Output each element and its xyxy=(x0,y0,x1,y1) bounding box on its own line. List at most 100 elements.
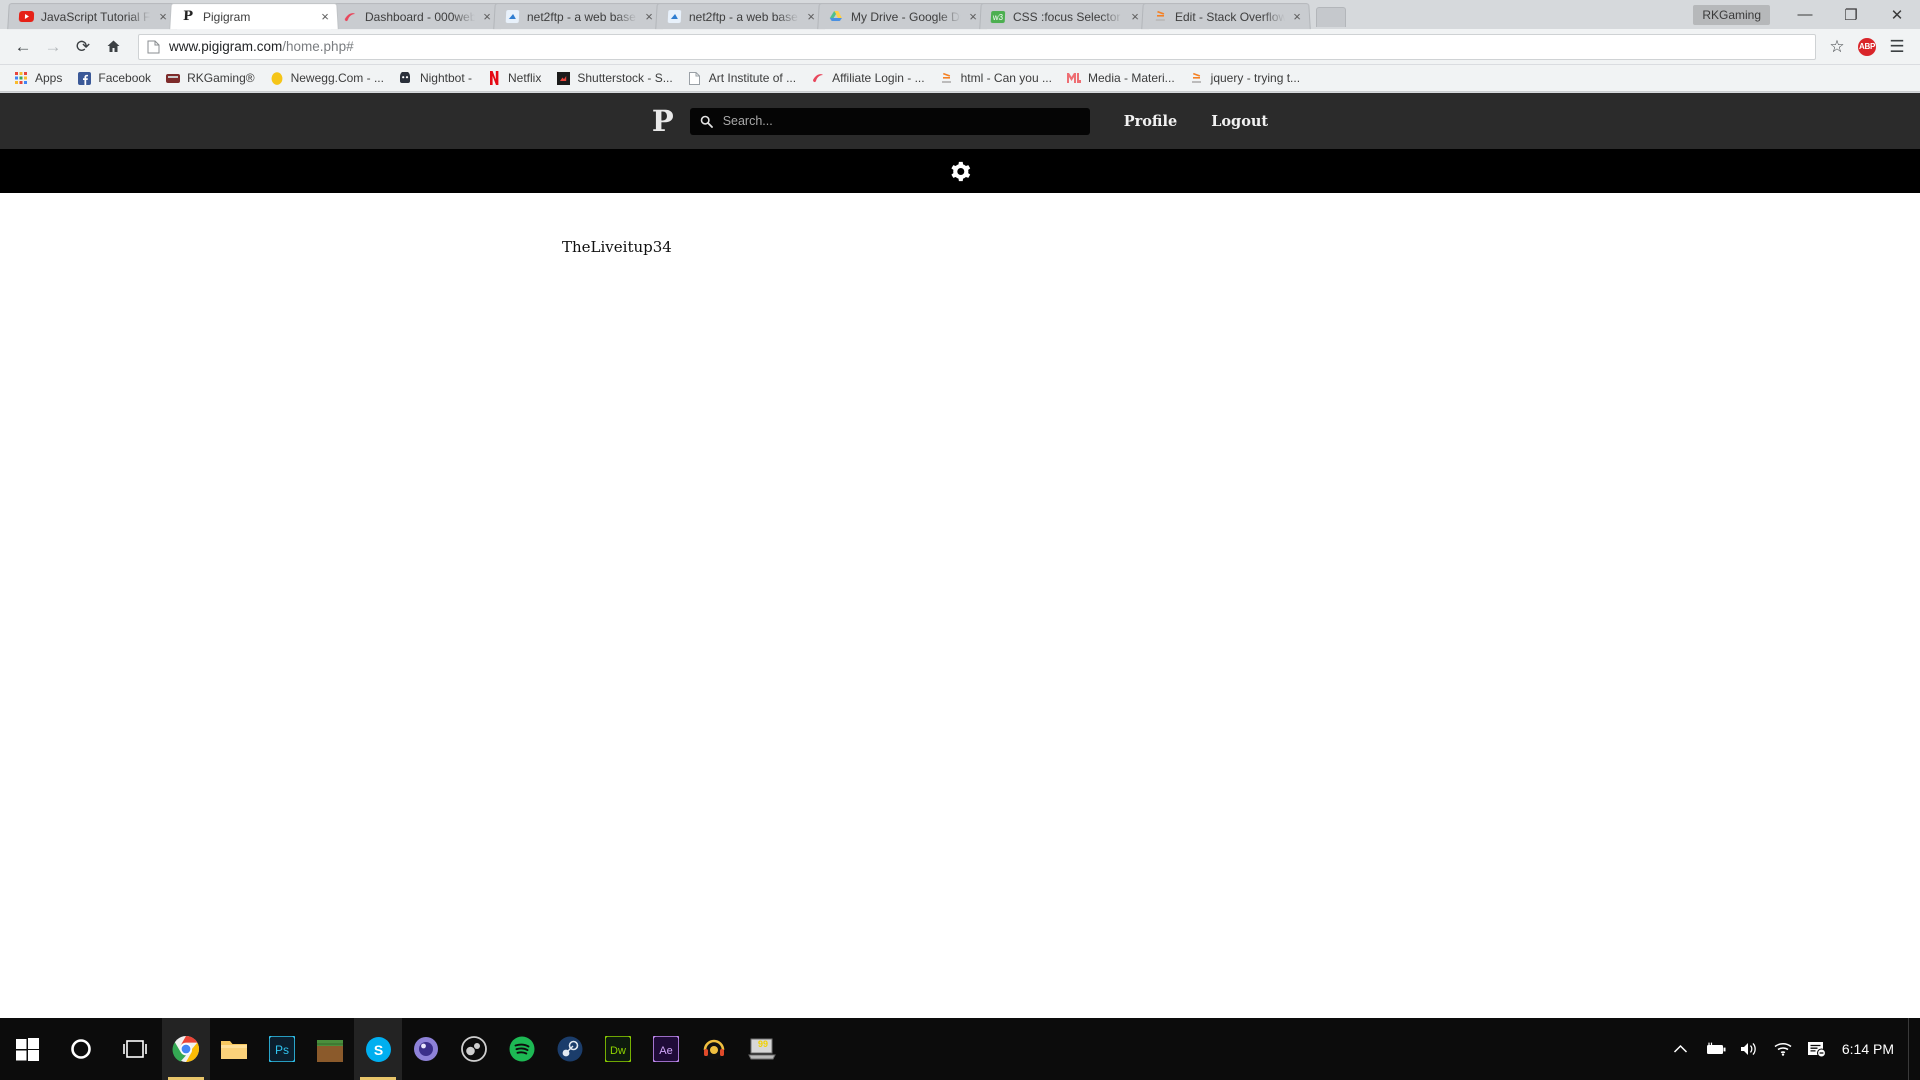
tab-title: net2ftp - a web base xyxy=(688,9,799,24)
taskbar-app-photoshop[interactable]: Ps xyxy=(258,1018,306,1080)
taskbar-app-headphones[interactable] xyxy=(690,1018,738,1080)
taskbar-app-skype[interactable]: S xyxy=(354,1018,402,1080)
adblock-plus-icon[interactable]: ABP xyxy=(1852,32,1882,62)
cortana-button[interactable] xyxy=(54,1018,108,1080)
header-inner: P Profile Logout xyxy=(652,106,1268,136)
stackoverflow-icon xyxy=(939,70,955,86)
taskbar-app-after-effects[interactable]: Ae xyxy=(642,1018,690,1080)
task-view-button[interactable] xyxy=(108,1018,162,1080)
bookmark-facebook[interactable]: Facebook xyxy=(69,67,158,89)
tab-title: Pigigram xyxy=(202,9,251,24)
system-tray: 6:14 PM xyxy=(1664,1018,1920,1080)
url-path: /home.php# xyxy=(282,39,354,54)
wifi-icon[interactable] xyxy=(1766,1018,1800,1080)
taskbar-app-monitor-99[interactable]: 99 xyxy=(738,1018,786,1080)
settings-band xyxy=(0,149,1920,193)
page-viewport: P Profile Logout TheLiveit xyxy=(0,93,1920,1018)
address-bar[interactable]: www.pigigram.com/home.php# xyxy=(138,33,1816,60)
bookmark-label: Newegg.Com - ... xyxy=(290,71,384,85)
bookmark-newegg[interactable]: Newegg.Com - ... xyxy=(262,67,391,89)
search-input[interactable] xyxy=(722,114,1080,128)
browser-toolbar: ← → ⟳ www.pigigram.com/home.php# ☆ ABP ☰ xyxy=(0,29,1920,65)
svg-text:Dw: Dw xyxy=(610,1045,626,1057)
logout-link[interactable]: Logout xyxy=(1211,113,1268,130)
facebook-icon xyxy=(76,70,92,86)
new-tab-button[interactable] xyxy=(1316,7,1346,27)
browser-tab[interactable]: Edit - Stack Overflow × xyxy=(1141,3,1311,30)
home-icon[interactable] xyxy=(98,32,128,62)
bookmark-label: Art Institute of ... xyxy=(708,71,797,85)
bookmark-label: Affiliate Login - ... xyxy=(832,71,925,85)
youtube-icon xyxy=(18,9,35,25)
browser-tab-active[interactable]: P Pigigram × xyxy=(169,3,339,30)
close-icon[interactable]: × xyxy=(1289,9,1306,25)
tab-title: net2ftp - a web base xyxy=(526,9,637,24)
forward-icon[interactable]: → xyxy=(38,32,68,62)
taskbar-app-dreamweaver[interactable]: Dw xyxy=(594,1018,642,1080)
close-icon[interactable]: × xyxy=(317,9,334,25)
bookmarks-bar: Apps Facebook RKGaming® Newegg.Com - ... xyxy=(0,65,1920,92)
browser-tab[interactable]: net2ftp - a web base × xyxy=(493,3,663,30)
browser-tab[interactable]: w3 CSS :focus Selector × xyxy=(979,3,1149,30)
bookmark-nightbot[interactable]: Nightbot - xyxy=(391,67,479,89)
start-button[interactable] xyxy=(0,1018,54,1080)
tab-title: JavaScript Tutorial Fo xyxy=(40,9,152,24)
minimize-button[interactable]: — xyxy=(1782,0,1828,29)
chrome-profile-chip[interactable]: RKGaming xyxy=(1693,4,1770,25)
close-window-button[interactable]: ✕ xyxy=(1874,0,1920,29)
svg-text:Ae: Ae xyxy=(659,1045,672,1057)
taskbar-app-spotify[interactable] xyxy=(498,1018,546,1080)
bookmark-jquery-question[interactable]: jquery - trying t... xyxy=(1182,67,1307,89)
taskbar-clock[interactable]: 6:14 PM xyxy=(1834,1041,1908,1057)
bookmark-label: Shutterstock - S... xyxy=(577,71,673,85)
taskbar-app-minecraft[interactable] xyxy=(306,1018,354,1080)
bookmark-netflix[interactable]: Netflix xyxy=(479,67,548,89)
bookmark-media-materialize[interactable]: Media - Materi... xyxy=(1059,67,1182,89)
pigigram-logo[interactable]: P xyxy=(652,106,674,136)
browser-tab[interactable]: net2ftp - a web base × xyxy=(655,3,825,30)
bookmark-label: Facebook xyxy=(98,71,152,85)
bookmark-shutterstock[interactable]: Shutterstock - S... xyxy=(548,67,679,89)
netflix-icon xyxy=(486,70,502,86)
chrome-menu-icon[interactable]: ☰ xyxy=(1882,32,1912,62)
bookmark-rkgaming[interactable]: RKGaming® xyxy=(158,67,262,89)
reload-icon[interactable]: ⟳ xyxy=(68,32,98,62)
000webhost-icon xyxy=(342,9,359,25)
profile-link[interactable]: Profile xyxy=(1124,113,1178,130)
browser-tab[interactable]: My Drive - Google Dr × xyxy=(817,3,987,30)
taskbar-app-file-explorer[interactable] xyxy=(210,1018,258,1080)
bookmark-label: html - Can you ... xyxy=(960,71,1052,85)
rkgaming-icon xyxy=(165,70,181,86)
net2ftp-icon xyxy=(666,9,683,25)
bookmark-html-question[interactable]: html - Can you ... xyxy=(932,67,1059,89)
taskbar-app-obs[interactable] xyxy=(450,1018,498,1080)
taskbar-app-purple-orb[interactable] xyxy=(402,1018,450,1080)
gear-icon[interactable] xyxy=(950,161,971,182)
maximize-button[interactable]: ❐ xyxy=(1828,0,1874,29)
svg-text:w3: w3 xyxy=(992,12,1004,21)
battery-charging-icon[interactable] xyxy=(1698,1018,1732,1080)
page-info-icon[interactable] xyxy=(147,40,161,54)
post-username[interactable]: TheLiveitup34 xyxy=(562,238,1920,256)
bookmark-label: Netflix xyxy=(508,71,542,85)
svg-text:99: 99 xyxy=(758,1039,768,1049)
bookmark-apps[interactable]: Apps xyxy=(6,67,69,89)
taskbar-app-chrome[interactable] xyxy=(162,1018,210,1080)
browser-tab[interactable]: Dashboard - 000web × xyxy=(331,3,501,30)
abp-badge: ABP xyxy=(1858,37,1876,56)
000webhost-icon xyxy=(810,70,826,86)
taskbar-app-steam[interactable] xyxy=(546,1018,594,1080)
browser-tab[interactable]: JavaScript Tutorial Fo × xyxy=(7,3,177,30)
show-desktop-button[interactable] xyxy=(1908,1018,1916,1080)
search-bar[interactable] xyxy=(689,107,1090,135)
speaker-icon[interactable] xyxy=(1732,1018,1766,1080)
windows-taskbar: Ps S Dw Ae 99 6:14 PM xyxy=(0,1018,1920,1080)
url-text: www.pigigram.com/home.php# xyxy=(169,39,354,54)
bookmark-affiliate-login[interactable]: Affiliate Login - ... xyxy=(803,67,932,89)
bookmark-star-icon[interactable]: ☆ xyxy=(1822,32,1852,62)
bookmark-art-institute[interactable]: Art Institute of ... xyxy=(680,67,803,89)
back-icon[interactable]: ← xyxy=(8,32,38,62)
chevron-up-icon[interactable] xyxy=(1664,1018,1698,1080)
nightbot-icon xyxy=(398,70,414,86)
action-center-icon[interactable] xyxy=(1800,1018,1834,1080)
